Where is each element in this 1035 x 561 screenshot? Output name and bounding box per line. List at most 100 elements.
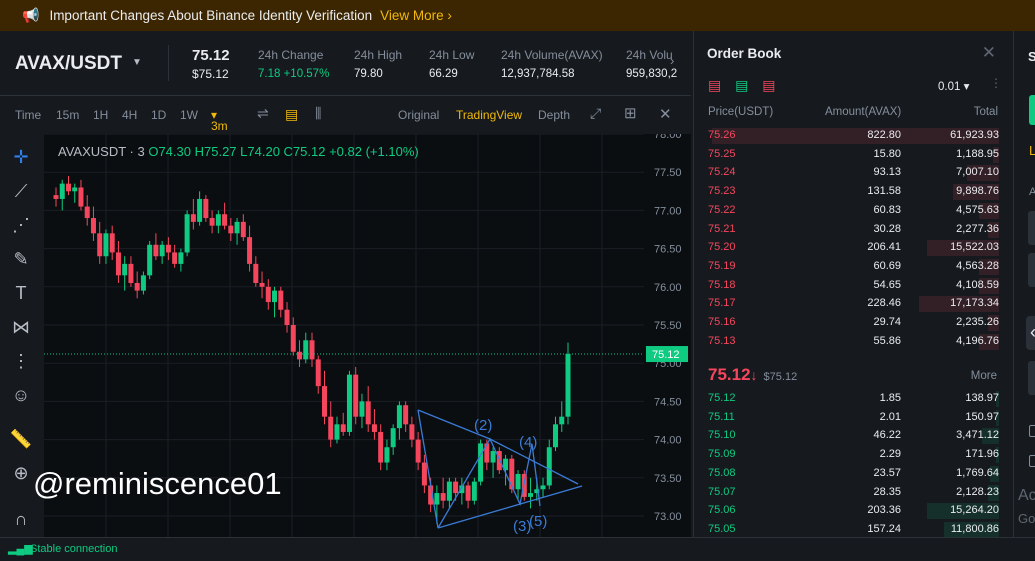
both-view-icon[interactable]: ▤ [708, 77, 721, 93]
precision-select[interactable]: 0.01 ▾ [938, 79, 969, 93]
candle-body [371, 424, 377, 432]
pattern-icon[interactable]: ⋈ [8, 314, 34, 340]
ask-row[interactable]: 75.20 206.41 15,522.03 [694, 239, 1012, 257]
ask-row[interactable]: 75.17 228.46 17,173.34 [694, 295, 1012, 313]
ask-total: 7,007.10 [956, 166, 999, 179]
ask-row[interactable]: 75.18 54.65 4,108.59 [694, 277, 1012, 295]
candle-body [353, 374, 359, 417]
layout-grid-icon[interactable]: ⊞ [624, 104, 637, 122]
bid-price: 75.09 [708, 448, 736, 461]
interval-3m[interactable]: 3m ▾ [211, 108, 228, 133]
fib-icon[interactable]: ⋰ [8, 212, 34, 238]
price-input[interactable] [1028, 211, 1035, 245]
bid-row[interactable]: 75.05 157.24 11,800.86 [694, 521, 1012, 537]
close-chart-icon[interactable]: ✕ [659, 105, 672, 123]
ask-price: 75.17 [708, 297, 736, 310]
more-link[interactable]: More [971, 370, 997, 382]
ask-row[interactable]: 75.25 15.80 1,188.95 [694, 146, 1012, 164]
ask-price: 75.18 [708, 278, 736, 291]
prediction-icon[interactable]: ⋮ [8, 348, 34, 374]
last-price: 75.12 [192, 47, 230, 64]
bid-total: 11,800.86 [950, 522, 999, 535]
ask-row[interactable]: 75.26 822.80 61,923.93 [694, 127, 1012, 145]
y-tick-label: 76.00 [654, 282, 682, 294]
buy-tab[interactable] [1029, 95, 1035, 125]
bid-row[interactable]: 75.07 28.35 2,128.23 [694, 484, 1012, 502]
ask-amount: 228.46 [867, 297, 901, 310]
candle-body [409, 424, 415, 440]
ask-row[interactable]: 75.16 29.74 2,235.26 [694, 314, 1012, 332]
bid-row[interactable]: 75.09 2.29 171.96 [694, 446, 1012, 464]
interval-4h[interactable]: 4H [122, 108, 137, 122]
amount-input[interactable] [1028, 253, 1035, 287]
indicators-icon[interactable]: ▤ [285, 106, 298, 123]
fullscreen-icon[interactable]: ⤢ [590, 105, 601, 122]
ask-total: 1,188.95 [956, 147, 999, 160]
bid-total: 2,128.23 [956, 485, 999, 498]
checkbox[interactable] [1029, 455, 1035, 467]
ask-total: 2,235.26 [956, 316, 999, 328]
header-total: Total [973, 106, 998, 118]
view-depth[interactable]: Depth [538, 108, 570, 122]
bid-price: 75.10 [708, 429, 736, 442]
more-options-icon[interactable]: ⋮ [990, 76, 1002, 90]
limit-tab[interactable]: L [1029, 143, 1035, 158]
chevron-left-icon[interactable]: ‹ [1026, 316, 1035, 350]
view-original[interactable]: Original [398, 108, 439, 122]
emoji-icon[interactable]: ☺ [8, 382, 34, 408]
text-tool-icon[interactable]: T [8, 280, 34, 306]
ask-price: 75.24 [708, 166, 736, 179]
candle-body [453, 481, 459, 494]
checkbox[interactable] [1029, 425, 1035, 437]
candle-body [178, 252, 184, 264]
bids-view-icon[interactable]: ▤ [735, 77, 748, 93]
divider [168, 45, 169, 81]
ask-row[interactable]: 75.21 30.28 2,277.36 [694, 221, 1012, 239]
asks-view-icon[interactable]: ▤ [762, 77, 775, 93]
ask-row[interactable]: 75.13 55.86 4,196.76 [694, 333, 1012, 351]
candle-body [415, 439, 421, 463]
view-more-link[interactable]: View More › [380, 8, 452, 23]
pair-name[interactable]: AVAX/USDT [15, 53, 122, 75]
total-input[interactable] [1028, 361, 1035, 395]
bid-row[interactable]: 75.06 203.36 15,264.20 [694, 502, 1012, 520]
ask-total: 4,563.28 [956, 259, 999, 272]
candle-body [396, 405, 402, 429]
crosshair-icon[interactable]: ✛ [8, 144, 34, 170]
ask-price: 75.23 [708, 185, 736, 198]
candle-type-icon[interactable]: ⫼ [315, 105, 321, 122]
view-tradingview[interactable]: TradingView [456, 108, 522, 122]
bid-row[interactable]: 75.11 2.01 150.97 [694, 409, 1012, 427]
ask-row[interactable]: 75.23 131.58 9,898.76 [694, 183, 1012, 201]
interval-15m[interactable]: 15m [56, 108, 79, 122]
trendline-icon[interactable]: ⟋ [8, 178, 34, 204]
bid-row[interactable]: 75.10 46.22 3,471.12 [694, 427, 1012, 445]
bid-row[interactable]: 75.08 23.57 1,769.64 [694, 465, 1012, 483]
ask-row[interactable]: 75.24 93.13 7,007.10 [694, 164, 1012, 182]
close-icon[interactable]: ✕ [982, 43, 996, 63]
ask-price: 75.22 [708, 203, 736, 216]
interval-1w[interactable]: 1W [180, 108, 198, 122]
ask-row[interactable]: 75.22 60.83 4,575.63 [694, 202, 1012, 220]
bid-price: 75.05 [708, 522, 736, 535]
interval-1d[interactable]: 1D [151, 108, 166, 122]
down-arrow-icon: ↓ [750, 367, 758, 383]
candle-body [365, 401, 371, 425]
candle-body [122, 263, 128, 276]
ask-row[interactable]: 75.19 60.69 4,563.28 [694, 258, 1012, 276]
order-book-panel: Order Book ✕ ▤ ▤ ▤ 0.01 ▾ ⋮ Price(USDT) … [693, 31, 1012, 537]
settings-sliders-icon[interactable]: ⇌ [257, 105, 269, 122]
announcement-banner[interactable]: 📢 Important Changes About Binance Identi… [0, 0, 1035, 31]
magnet-icon[interactable]: ∩ [8, 506, 34, 532]
scroll-right-icon[interactable]: › [670, 53, 674, 68]
interval-1h[interactable]: 1H [93, 108, 108, 122]
y-tick-label: 73.00 [654, 511, 682, 523]
ruler-icon[interactable]: 📏 [8, 426, 34, 452]
candle-body [153, 244, 159, 257]
zoom-icon[interactable]: ⊕ [8, 460, 34, 486]
stat-24h-change: 24h Change 7.18 +10.57% [258, 48, 330, 80]
candle-body [228, 225, 234, 234]
brush-icon[interactable]: ✎ [8, 246, 34, 272]
bid-row[interactable]: 75.12 1.85 138.97 [694, 390, 1012, 408]
pair-dropdown-icon[interactable]: ▼ [132, 57, 142, 68]
